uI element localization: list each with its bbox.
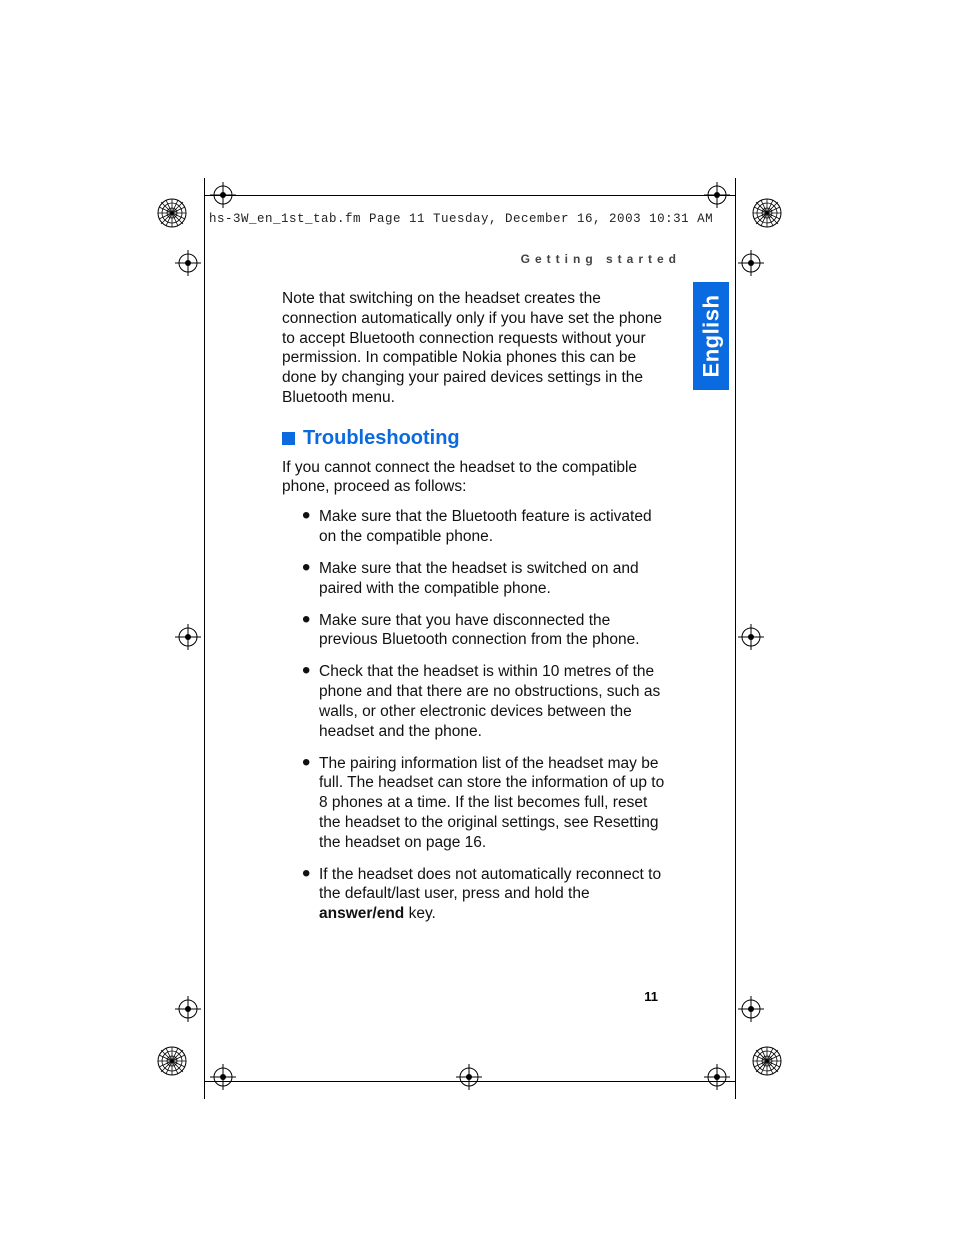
list-item: Make sure that the headset is switched o… — [304, 559, 672, 599]
registration-mark-icon — [175, 624, 201, 650]
list-item: The pairing information list of the head… — [304, 754, 672, 853]
list-item: If the headset does not automatically re… — [304, 865, 672, 924]
running-head: Getting started — [521, 252, 681, 266]
file-header-line: hs-3W_en_1st_tab.fm Page 11 Tuesday, Dec… — [209, 212, 713, 226]
registration-corner-icon — [157, 198, 187, 228]
registration-corner-icon — [752, 198, 782, 228]
registration-corner-icon — [752, 1046, 782, 1076]
registration-mark-icon — [210, 182, 236, 208]
list-item: Check that the headset is within 10 metr… — [304, 662, 672, 741]
registration-mark-icon — [738, 250, 764, 276]
section-heading: Troubleshooting — [282, 426, 672, 452]
list-item-text-bold: answer/end — [319, 905, 404, 922]
registration-mark-icon — [738, 624, 764, 650]
section-heading-text: Troubleshooting — [303, 426, 460, 452]
square-bullet-icon — [282, 432, 295, 445]
language-tab: English — [693, 282, 729, 390]
language-tab-label: English — [698, 295, 724, 378]
list-item: Make sure that you have disconnected the… — [304, 611, 672, 651]
registration-mark-icon — [175, 250, 201, 276]
registration-mark-icon — [175, 996, 201, 1022]
registration-corner-icon — [157, 1046, 187, 1076]
lead-paragraph: If you cannot connect the headset to the… — [282, 458, 672, 498]
registration-mark-icon — [210, 1064, 236, 1090]
intro-paragraph: Note that switching on the headset creat… — [282, 289, 672, 408]
registration-mark-icon — [738, 996, 764, 1022]
page-number: 11 — [644, 989, 658, 1004]
list-item-text-pre: If the headset does not automatically re… — [319, 866, 661, 903]
registration-mark-icon — [704, 182, 730, 208]
registration-mark-icon — [704, 1064, 730, 1090]
registration-mark-icon — [456, 1064, 482, 1090]
bullet-list: Make sure that the Bluetooth feature is … — [282, 507, 672, 924]
main-content: Note that switching on the headset creat… — [282, 289, 672, 936]
list-item: Make sure that the Bluetooth feature is … — [304, 507, 672, 547]
list-item-text-post: key. — [404, 905, 436, 922]
